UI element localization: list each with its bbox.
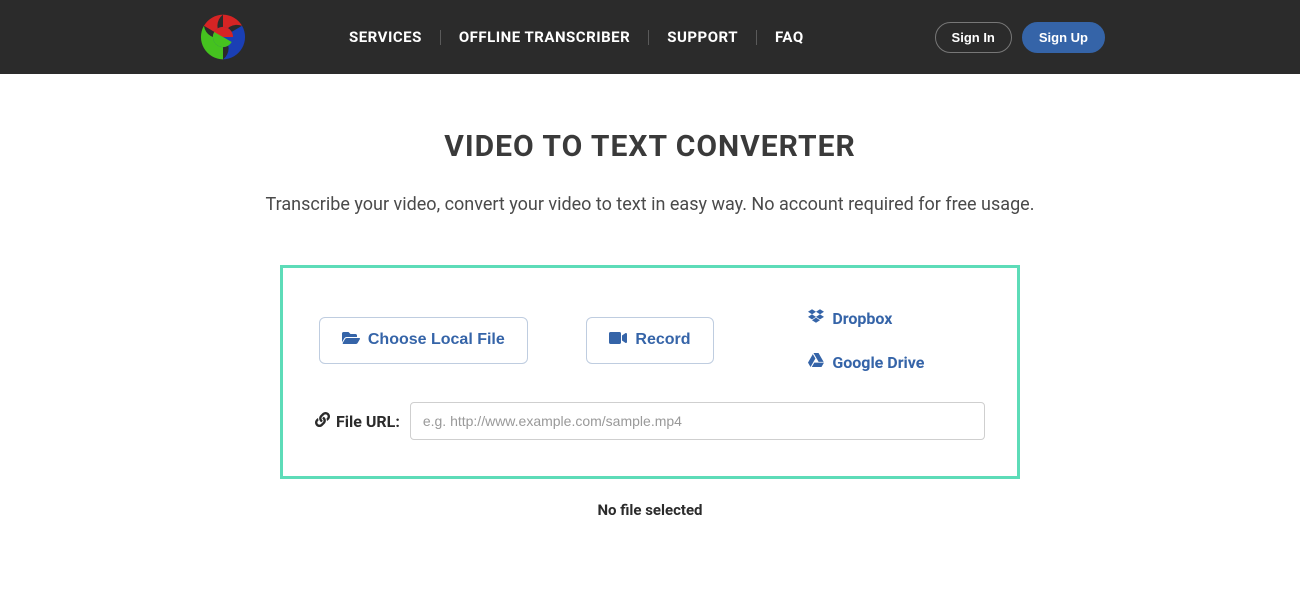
nav-link-offline-transcriber[interactable]: OFFLINE TRANSCRIBER	[441, 30, 649, 45]
google-drive-icon	[808, 352, 824, 372]
nav-link-support[interactable]: SUPPORT	[649, 30, 757, 45]
upload-options-row: Choose Local File Record Dropbox	[315, 308, 985, 372]
choose-local-file-label: Choose Local File	[368, 331, 505, 349]
page-subtitle: Transcribe your video, convert your vide…	[0, 194, 1300, 215]
video-icon	[609, 330, 627, 351]
nav-link-faq[interactable]: FAQ	[757, 30, 822, 45]
google-drive-link[interactable]: Google Drive	[808, 352, 924, 372]
logo-icon	[195, 9, 251, 65]
page-title: VIDEO TO TEXT CONVERTER	[0, 129, 1300, 164]
choose-local-file-button[interactable]: Choose Local File	[319, 317, 528, 364]
dropbox-icon	[808, 308, 824, 328]
file-url-label: File URL:	[315, 412, 400, 431]
nav-link-services[interactable]: SERVICES	[331, 30, 441, 45]
google-drive-label: Google Drive	[832, 353, 924, 372]
record-label: Record	[635, 331, 690, 349]
folder-open-icon	[342, 330, 360, 351]
dropbox-label: Dropbox	[832, 309, 892, 328]
nav-links: SERVICES OFFLINE TRANSCRIBER SUPPORT FAQ	[331, 30, 822, 45]
upload-box: Choose Local File Record Dropbox	[280, 265, 1020, 479]
dropbox-link[interactable]: Dropbox	[808, 308, 892, 328]
no-file-status: No file selected	[0, 501, 1300, 519]
signup-button[interactable]: Sign Up	[1022, 22, 1105, 53]
link-icon	[315, 412, 330, 431]
main-content: VIDEO TO TEXT CONVERTER Transcribe your …	[0, 74, 1300, 519]
nav-auth: Sign In Sign Up	[935, 22, 1105, 53]
record-button[interactable]: Record	[586, 317, 713, 364]
file-url-row: File URL:	[315, 402, 985, 440]
file-url-input[interactable]	[410, 402, 985, 440]
navbar: SERVICES OFFLINE TRANSCRIBER SUPPORT FAQ…	[0, 0, 1300, 74]
file-url-label-text: File URL:	[336, 412, 400, 431]
signin-button[interactable]: Sign In	[935, 22, 1012, 53]
logo[interactable]	[195, 9, 251, 65]
